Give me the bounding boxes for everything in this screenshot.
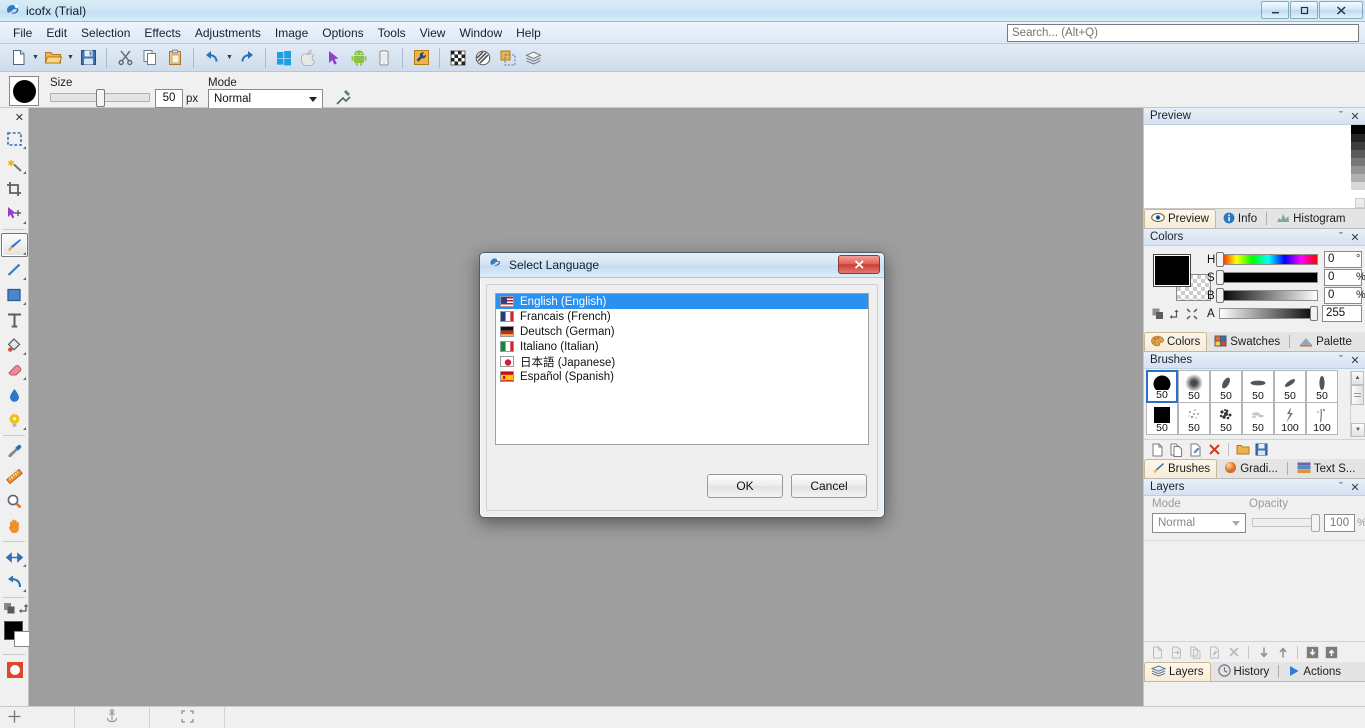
flag-de-icon [500,326,514,337]
language-item-spanish[interactable]: Español (Spanish) [496,369,868,384]
brush-size-label: 50 [1148,390,1176,401]
flag-fr-icon [500,311,514,322]
dialog-title-bar: Select Language [480,253,884,278]
language-label: Español (Spanish) [520,370,614,383]
application-window: icofx (Trial) File Edit Selection Effect… [0,0,1365,728]
flag-it-icon [500,341,514,352]
language-label: Italiano (Italian) [520,340,599,353]
flag-es-icon [500,371,514,382]
language-item-japanese[interactable]: 日本語 (Japanese) [496,354,868,369]
select-language-dialog: Select Language English (English) Franca… [479,252,885,518]
flag-us-icon [500,296,514,307]
language-item-french[interactable]: Francais (French) [496,309,868,324]
language-item-german[interactable]: Deutsch (German) [496,324,868,339]
language-item-english[interactable]: English (English) [496,294,868,309]
brush-item[interactable]: 50 [1146,370,1178,403]
flag-jp-icon [500,356,514,367]
cancel-button[interactable]: Cancel [791,474,867,498]
language-list[interactable]: English (English) Francais (French) Deut… [495,293,869,445]
modal-overlay: Select Language English (English) Franca… [0,0,1365,728]
language-item-italian[interactable]: Italiano (Italian) [496,339,868,354]
language-label: Francais (French) [520,310,611,323]
ok-button[interactable]: OK [707,474,783,498]
dialog-title: Select Language [509,258,600,272]
icofx-logo-icon [488,256,503,274]
language-label: 日本語 (Japanese) [520,356,616,369]
language-label: English (English) [520,295,607,308]
dialog-body: English (English) Francais (French) Deut… [486,284,878,511]
dialog-close-button[interactable] [838,255,880,274]
language-label: Deutsch (German) [520,325,615,338]
